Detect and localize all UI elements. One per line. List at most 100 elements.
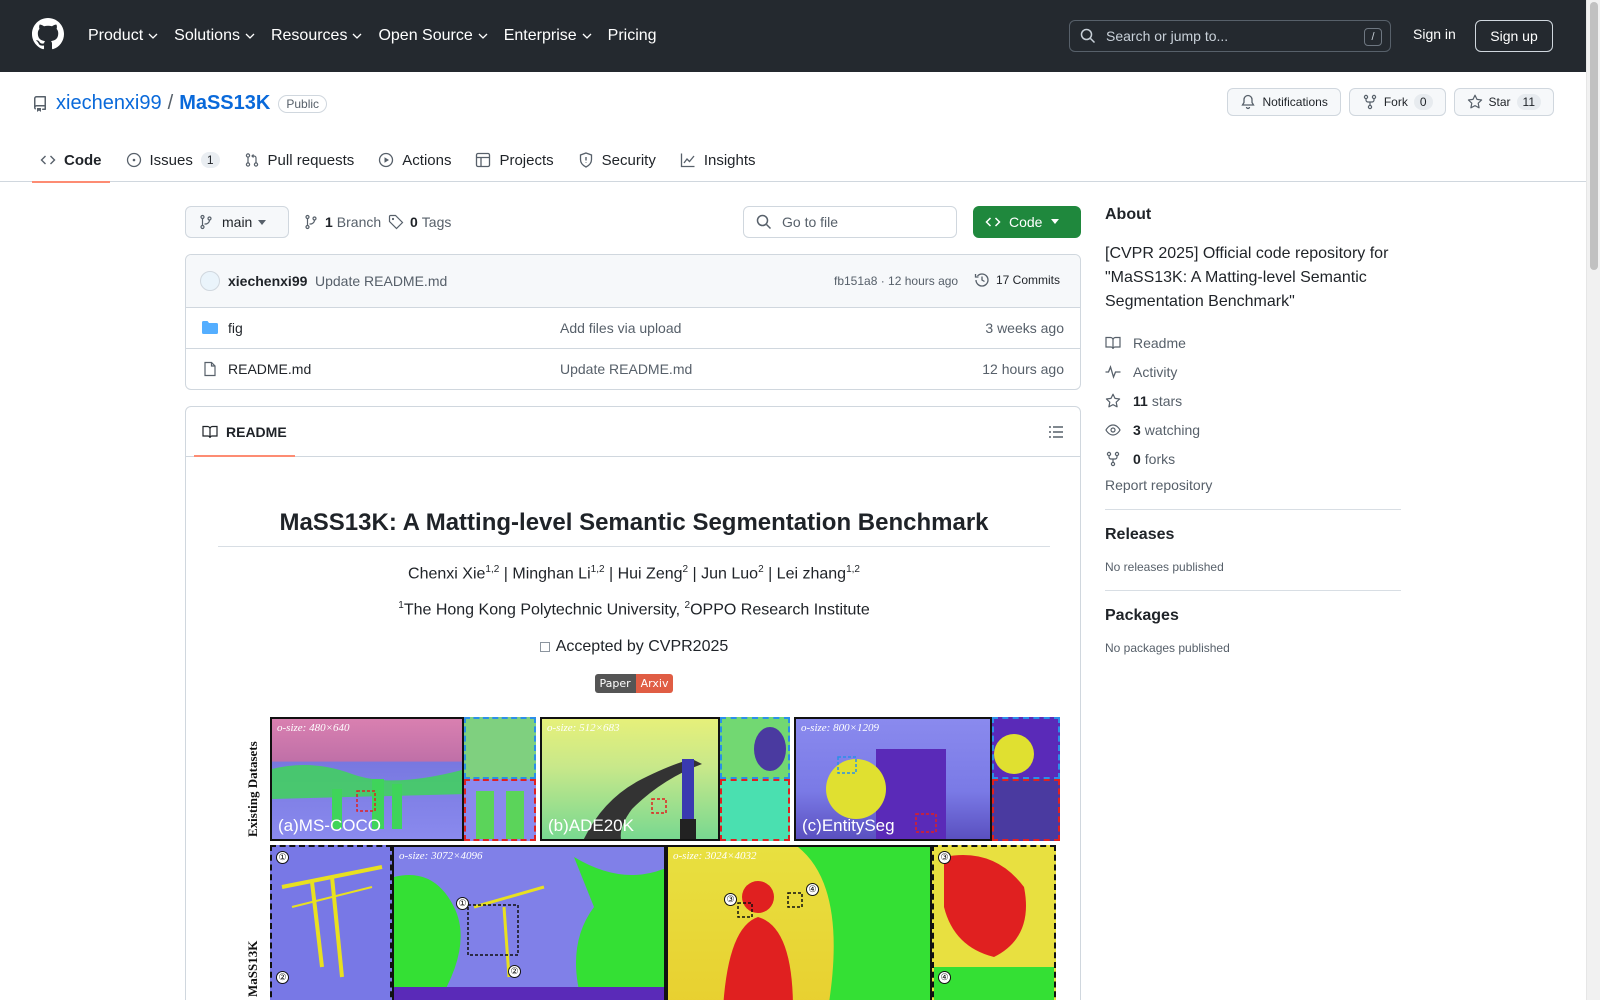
- file-name-link[interactable]: fig: [228, 320, 243, 336]
- panel-ade-zoom-top: [720, 717, 790, 779]
- accepted-line: Accepted by CVPR2025: [218, 638, 1050, 656]
- stars-link[interactable]: 11 stars: [1105, 386, 1401, 415]
- panel-entityseg-zoom-top: [992, 717, 1060, 779]
- fork-count: 0: [1413, 94, 1433, 110]
- panel-coco-zoom-bottom: [464, 779, 536, 841]
- go-to-file-placeholder: Go to file: [782, 214, 839, 230]
- sign-up-button[interactable]: Sign up: [1475, 20, 1553, 52]
- list-unordered-icon[interactable]: [1048, 424, 1064, 440]
- affiliations-line: 1The Hong Kong Polytechnic University, 2…: [398, 600, 870, 619]
- chevron-down-icon: [245, 33, 255, 39]
- nav-solutions[interactable]: Solutions: [174, 27, 255, 45]
- crane-scene-image: [394, 857, 664, 1000]
- teaser-figure: Existing Datasets MaSS13K o-size: 480×64…: [245, 717, 1068, 1000]
- repo-name-link[interactable]: MaSS13K: [179, 92, 270, 115]
- tab-actions[interactable]: Actions: [370, 138, 459, 182]
- global-search-input[interactable]: Search or jump to... /: [1069, 20, 1391, 52]
- paper-arxiv-badge[interactable]: Paper Arxiv: [218, 673, 1050, 693]
- readme-content: MaSS13K: A Matting-level Semantic Segmen…: [218, 457, 1060, 1000]
- watching-link[interactable]: 3 watching: [1105, 415, 1401, 444]
- nav-resources[interactable]: Resources: [271, 27, 362, 45]
- star-button[interactable]: Star 11: [1453, 88, 1554, 116]
- fork-button[interactable]: Fork 0: [1348, 88, 1446, 116]
- readme-panel: README MaSS13K: A Matting-level Semantic…: [185, 406, 1081, 1000]
- page-scrollbar[interactable]: [1586, 0, 1600, 1000]
- go-to-file-input[interactable]: Go to file: [743, 206, 957, 238]
- tab-issues[interactable]: Issues 1: [118, 138, 228, 182]
- repo-forked-icon: [1106, 451, 1120, 466]
- table-row[interactable]: fig Add files via upload 3 weeks ago: [186, 308, 1080, 349]
- notifications-button[interactable]: Notifications: [1227, 88, 1341, 116]
- global-nav: Product Solutions Resources Open Source …: [88, 0, 673, 72]
- git-pull-request-icon: [245, 153, 258, 167]
- branch-label: Branch: [336, 214, 382, 230]
- commits-history-link[interactable]: 17 Commits: [974, 272, 1060, 288]
- figure-row-label-existing: Existing Datasets: [245, 741, 260, 837]
- branch-name: main: [222, 214, 253, 230]
- sign-in-link[interactable]: Sign in: [1413, 26, 1456, 42]
- forks-link[interactable]: 0 forks: [1105, 444, 1401, 473]
- graph-icon: [680, 153, 695, 168]
- avatar[interactable]: [200, 271, 220, 291]
- tab-security[interactable]: Security: [570, 138, 664, 182]
- file-commit-message[interactable]: Update README.md: [560, 361, 692, 377]
- panel-ms-coco: o-size: 480×640 (a)MS-COCO: [270, 717, 464, 841]
- repo-owner-link[interactable]: xiechenxi99: [56, 92, 162, 115]
- releases-heading[interactable]: Releases: [1105, 526, 1401, 544]
- search-placeholder: Search or jump to...: [1106, 28, 1229, 44]
- readme-title: MaSS13K: A Matting-level Semantic Segmen…: [218, 457, 1050, 547]
- latest-commit: xiechenxi99 Update README.md fb151a8 · 1…: [186, 255, 1080, 308]
- search-shortcut-key: /: [1364, 28, 1382, 46]
- commit-message-link[interactable]: Update README.md: [315, 273, 447, 289]
- packages-heading[interactable]: Packages: [1105, 607, 1401, 625]
- activity-link[interactable]: Activity: [1105, 357, 1401, 386]
- figure-row-label-mass13k: MaSS13K: [245, 940, 260, 997]
- code-icon: [40, 155, 56, 165]
- person-scene-image: [723, 847, 930, 1000]
- tab-projects[interactable]: Projects: [467, 138, 561, 182]
- history-icon: [974, 273, 989, 287]
- tab-pull-requests[interactable]: Pull requests: [236, 138, 363, 182]
- file-commit-time: 3 weeks ago: [985, 320, 1064, 336]
- emoji-placeholder-icon: [539, 641, 550, 652]
- readme-tab[interactable]: README: [194, 407, 295, 457]
- table-row[interactable]: README.md Update README.md 12 hours ago: [186, 349, 1080, 390]
- panel-mass13k-person: o-size: 3024×4032 ③ ④: [666, 845, 932, 1000]
- commit-hash-time[interactable]: fb151a8 · 12 hours ago: [834, 274, 958, 288]
- branch-select-button[interactable]: main: [185, 206, 289, 238]
- file-navigation: main 1 Branch 0 Tags Go to file Code: [185, 206, 1081, 238]
- tags-link[interactable]: 0 Tags: [388, 214, 451, 230]
- releases-empty-text: No releases published: [1105, 560, 1224, 574]
- fork-label: Fork: [1383, 95, 1408, 109]
- triangle-down-icon: [1051, 219, 1059, 224]
- panel-mass13k-crane: o-size: 3072×4096 ① ②: [392, 845, 666, 1000]
- report-repository-link[interactable]: Report repository: [1105, 477, 1401, 493]
- commit-author-link[interactable]: xiechenxi99: [228, 273, 307, 289]
- branches-link[interactable]: 1 Branch: [303, 214, 381, 230]
- repo-header: xiechenxi99 / MaSS13K Public Notificatio…: [0, 72, 1586, 183]
- readme-link[interactable]: Readme: [1105, 328, 1401, 357]
- repo-path-separator: /: [167, 92, 174, 114]
- tab-code[interactable]: Code: [32, 138, 110, 183]
- github-logo-icon[interactable]: [32, 18, 64, 50]
- file-commit-message[interactable]: Add files via upload: [560, 320, 681, 336]
- issues-count: 1: [200, 152, 220, 168]
- packages-empty-text: No packages published: [1105, 641, 1230, 655]
- nav-open-source[interactable]: Open Source: [378, 27, 488, 45]
- file-table: xiechenxi99 Update README.md fb151a8 · 1…: [185, 254, 1081, 390]
- code-download-button[interactable]: Code: [973, 206, 1081, 238]
- file-name-link[interactable]: README.md: [228, 361, 311, 377]
- bell-icon: [1241, 94, 1256, 110]
- about-heading: About: [1105, 206, 1152, 223]
- scrollbar-thumb[interactable]: [1590, 2, 1598, 270]
- nav-pricing[interactable]: Pricing: [608, 27, 657, 45]
- nav-product[interactable]: Product: [88, 27, 158, 45]
- issue-opened-icon: [126, 152, 141, 168]
- triangle-down-icon: [258, 220, 266, 225]
- eye-icon: [1105, 423, 1121, 436]
- play-icon: [379, 152, 394, 168]
- repo-description: [CVPR 2025] Official code repository for…: [1105, 245, 1389, 310]
- nav-enterprise[interactable]: Enterprise: [504, 27, 592, 45]
- table-icon: [476, 152, 491, 168]
- tab-insights[interactable]: Insights: [672, 138, 764, 182]
